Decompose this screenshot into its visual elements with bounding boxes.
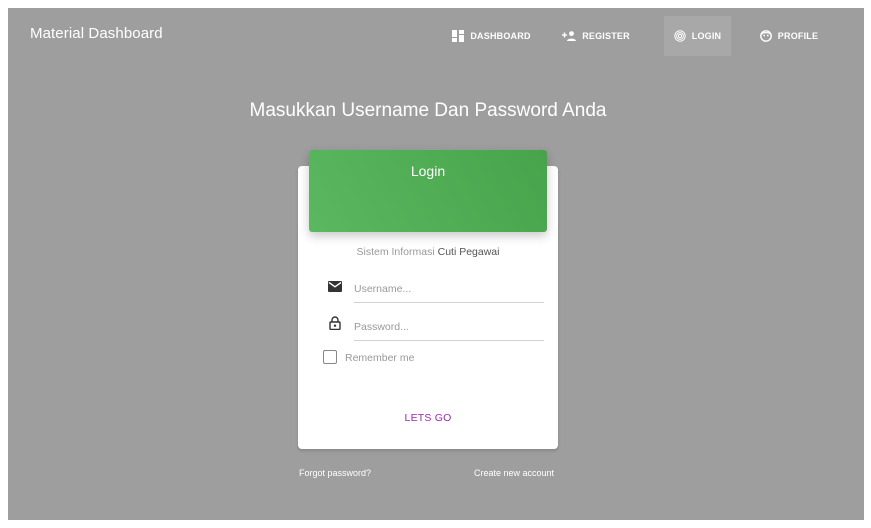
nav-item-profile[interactable]: PROFILE [756, 16, 822, 56]
page-heading: Masukkan Username Dan Password Anda [249, 100, 607, 121]
face-icon [759, 30, 772, 42]
username-input[interactable] [354, 280, 544, 303]
submit-button[interactable]: LETS GO [298, 412, 558, 424]
password-input[interactable] [354, 318, 544, 341]
dashboard-icon [452, 30, 465, 42]
navbar-brand[interactable]: Material Dashboard [30, 25, 163, 42]
fingerprint-icon [674, 30, 686, 42]
remember-me-checkbox[interactable] [323, 350, 337, 364]
nav-label-dashboard: DASHBOARD [470, 31, 531, 41]
forgot-password-link[interactable]: Forgot password? [299, 468, 371, 478]
page-background: Material Dashboard DASHBOARD REGISTER LO… [8, 8, 864, 520]
subtitle-prefix: Sistem Informasi [356, 246, 435, 258]
nav-label-login: LOGIN [691, 31, 722, 41]
nav-item-login[interactable]: LOGIN [664, 16, 731, 56]
nav-item-dashboard[interactable]: DASHBOARD [444, 16, 539, 56]
remember-me-label[interactable]: Remember me [345, 352, 414, 364]
login-title: Login [410, 163, 446, 179]
email-icon [328, 281, 342, 292]
nav-label-register: REGISTER [582, 31, 630, 41]
card-subtitle: Sistem Informasi Cuti Pegawai [298, 246, 558, 258]
nav-label-profile: PROFILE [777, 31, 819, 41]
login-card-header: Login [309, 150, 547, 232]
create-account-link[interactable]: Create new account [474, 468, 554, 478]
lock-icon [329, 316, 341, 330]
person-add-icon [562, 31, 577, 41]
subtitle-app-name: Cuti Pegawai [437, 246, 500, 258]
nav-item-register[interactable]: REGISTER [552, 16, 640, 56]
